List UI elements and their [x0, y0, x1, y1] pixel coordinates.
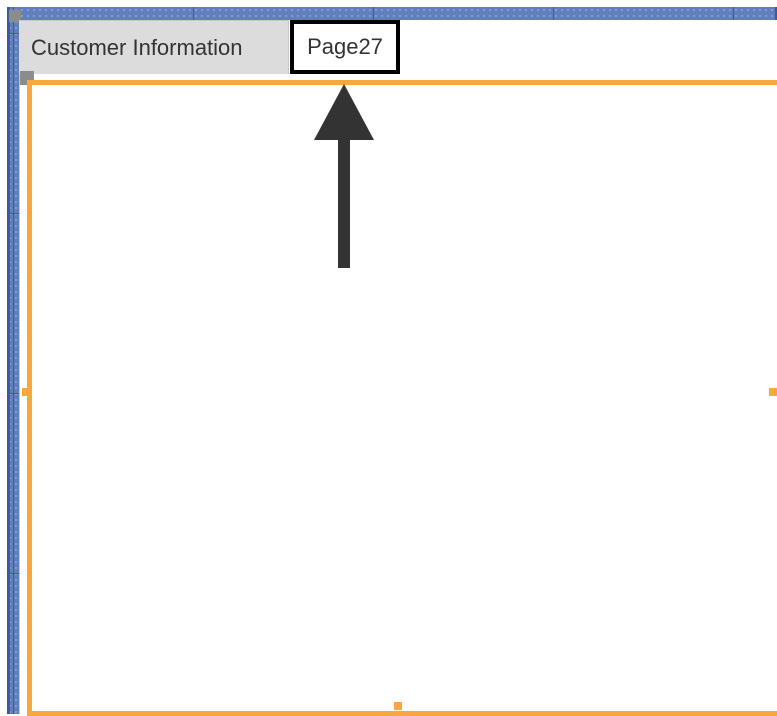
tab-label: Page27 — [307, 34, 383, 59]
tab-label: Customer Information — [31, 34, 243, 60]
tab-customer-information[interactable]: Customer Information — [19, 20, 289, 74]
resize-handle-bottom[interactable] — [394, 702, 402, 710]
form-frame-left — [7, 7, 10, 714]
tab-strip: Customer Information Page27 — [19, 20, 400, 74]
tab-page-area[interactable] — [27, 80, 777, 716]
resize-handle-left[interactable] — [22, 388, 30, 396]
tab-page27[interactable]: Page27 — [290, 20, 400, 74]
resize-handle-right[interactable] — [769, 388, 777, 396]
up-arrow-icon — [314, 84, 374, 268]
